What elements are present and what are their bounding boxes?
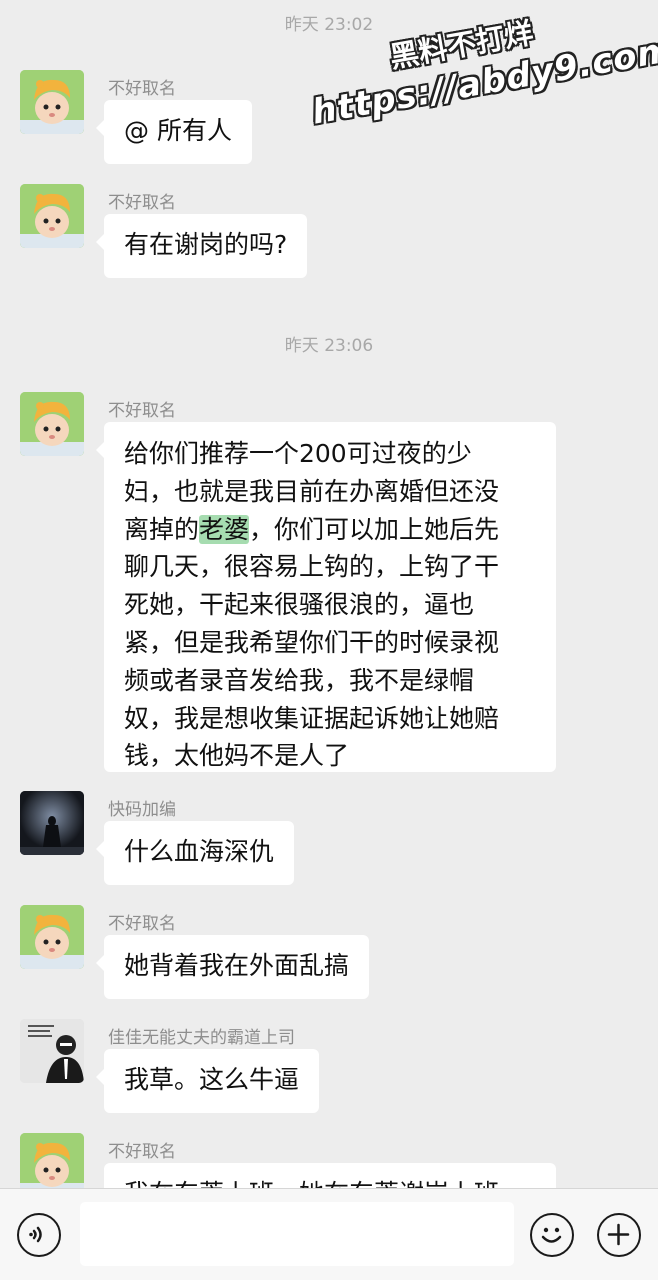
message-text: ，你们可以加上她后先 (249, 514, 500, 544)
dark-figure-avatar[interactable] (20, 791, 84, 855)
message-line: 离掉的老婆，你们可以加上她后先 (124, 511, 536, 549)
message-line: 频或者录音发给我，我不是绿帽 (124, 665, 475, 695)
timestamp: 昨天 23:02 (284, 15, 374, 35)
input-bar (0, 1188, 658, 1280)
emoji-icon[interactable] (530, 1213, 574, 1257)
baby-avatar[interactable] (20, 184, 84, 248)
sender-name: 不好取名 (108, 79, 176, 99)
message-bubble[interactable]: @ 所有人 (96, 100, 252, 164)
message-bubble[interactable]: 给你们推荐一个200可过夜的少 妇，也就是我目前在办离婚但还没 离掉的老婆，你们… (96, 422, 556, 772)
message-bubble[interactable]: 什么血海深仇 (95, 821, 295, 885)
highlighted-keyword[interactable]: 老婆 (199, 514, 250, 544)
message-line: 奴，我是想收集证据起诉她让她赔 (124, 703, 500, 733)
baby-avatar[interactable] (20, 1133, 84, 1188)
sender-name: 佳佳无能丈夫的霸道上司 (108, 1028, 295, 1048)
message-line: 钱，太他妈不是人了 (124, 741, 350, 771)
sender-name: 不好取名 (108, 914, 176, 934)
message-line: 妇，也就是我目前在办离婚但还没 (124, 476, 500, 506)
sender-name: 不好取名 (108, 193, 176, 213)
plus-icon[interactable] (597, 1213, 641, 1257)
baby-avatar[interactable] (20, 392, 84, 456)
sender-name: 不好取名 (108, 401, 176, 421)
chat-history[interactable]: 昨天 23:02 不好取名 @ 所有人 不好取名 有在谢岗的吗? 昨天 23:0… (0, 0, 658, 1188)
message-bubble[interactable]: 我在东莞上班，她在东莞谢岗上班 (104, 1163, 556, 1188)
sender-name: 快码加编 (108, 800, 176, 820)
baby-avatar[interactable] (20, 905, 84, 969)
message-line: 给你们推荐一个200可过夜的少 (124, 439, 472, 468)
timestamp: 昨天 23:06 (284, 336, 374, 356)
message-line: 紧，但是我希望你们干的时候录视 (124, 627, 500, 657)
baby-avatar[interactable] (20, 70, 84, 134)
sender-name: 不好取名 (108, 1142, 176, 1162)
watermark-url: https://abdy9.com (309, 29, 658, 133)
message-line: 聊几天，很容易上钩的，上钩了干 (124, 552, 500, 582)
message-bubble[interactable]: 有在谢岗的吗? (95, 214, 308, 278)
voice-icon[interactable] (17, 1213, 61, 1257)
message-bubble[interactable]: 她背着我在外面乱搞 (95, 935, 370, 999)
message-text: 离掉的 (124, 514, 200, 544)
meme-avatar[interactable] (20, 1019, 84, 1083)
message-bubble[interactable]: 我草。这么牛逼 (95, 1049, 320, 1113)
message-line: 死她，干起来很骚很浪的，逼也 (124, 590, 475, 620)
message-input[interactable] (80, 1202, 514, 1266)
